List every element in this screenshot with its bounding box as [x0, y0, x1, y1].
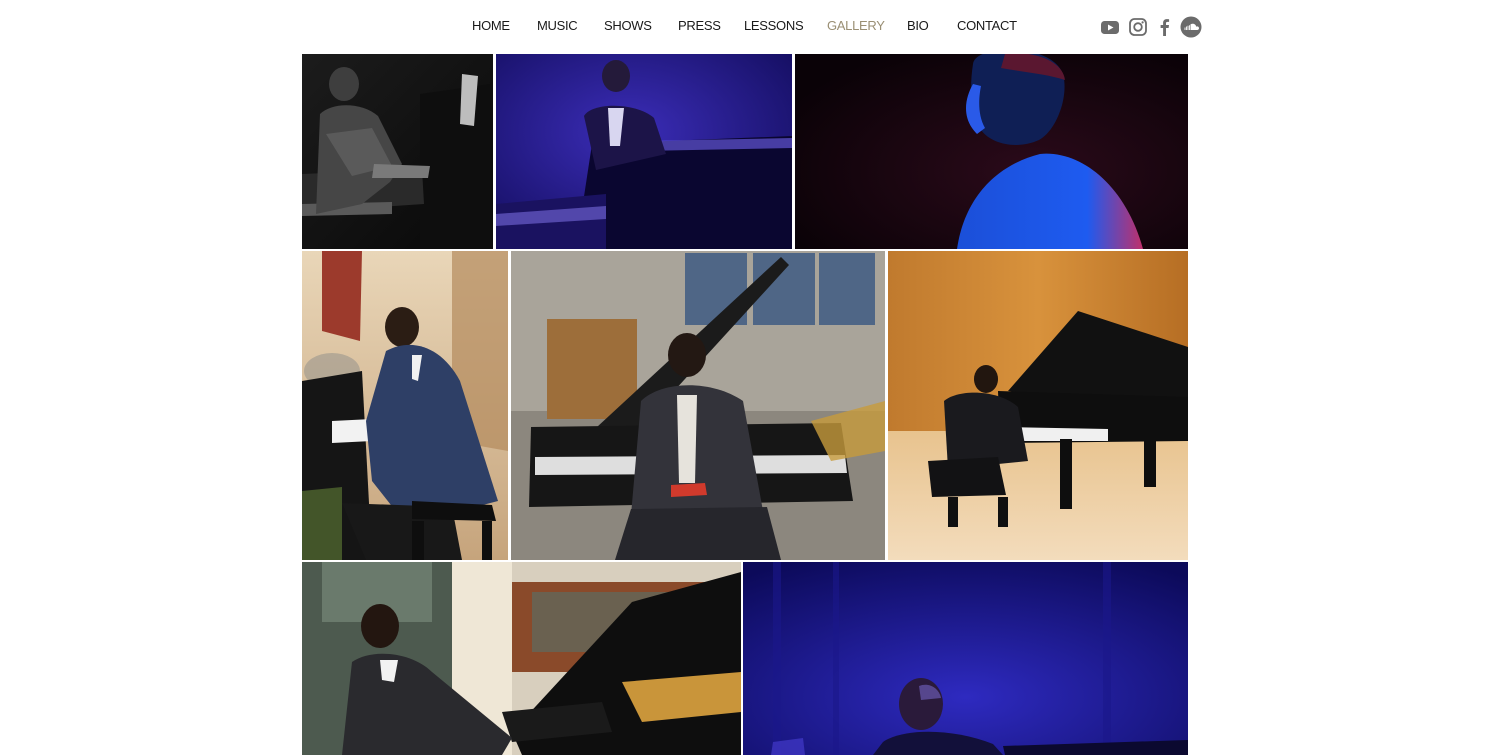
- nav-bio[interactable]: BIO: [907, 18, 929, 33]
- youtube-icon[interactable]: [1099, 16, 1121, 38]
- gallery-photo-back-view[interactable]: [795, 54, 1188, 249]
- nav-lessons[interactable]: LESSONS: [744, 18, 804, 33]
- nav-gallery[interactable]: GALLERY: [827, 18, 885, 33]
- gallery-photo-banquet[interactable]: [302, 251, 508, 560]
- gallery-photo-seated-piano[interactable]: [511, 251, 885, 560]
- main-nav: HOME MUSIC SHOWS PRESS LESSONS GALLERY B…: [0, 0, 1500, 54]
- photo-gallery: [302, 54, 1188, 755]
- gallery-photo-parlor-piano[interactable]: [302, 562, 741, 755]
- nav-shows[interactable]: SHOWS: [604, 18, 652, 33]
- nav-press[interactable]: PRESS: [678, 18, 721, 33]
- soundcloud-icon[interactable]: [1180, 16, 1202, 38]
- facebook-icon[interactable]: [1154, 16, 1176, 38]
- instagram-icon[interactable]: [1127, 16, 1149, 38]
- nav-music[interactable]: MUSIC: [537, 18, 578, 33]
- gallery-photo-blue-closeup[interactable]: [743, 562, 1188, 755]
- gallery-photo-recital-hall[interactable]: [888, 251, 1188, 560]
- nav-home[interactable]: HOME: [472, 18, 510, 33]
- gallery-photo-blue-stage[interactable]: [496, 54, 792, 249]
- nav-contact[interactable]: CONTACT: [957, 18, 1017, 33]
- gallery-photo-bw-pianist[interactable]: [302, 54, 493, 249]
